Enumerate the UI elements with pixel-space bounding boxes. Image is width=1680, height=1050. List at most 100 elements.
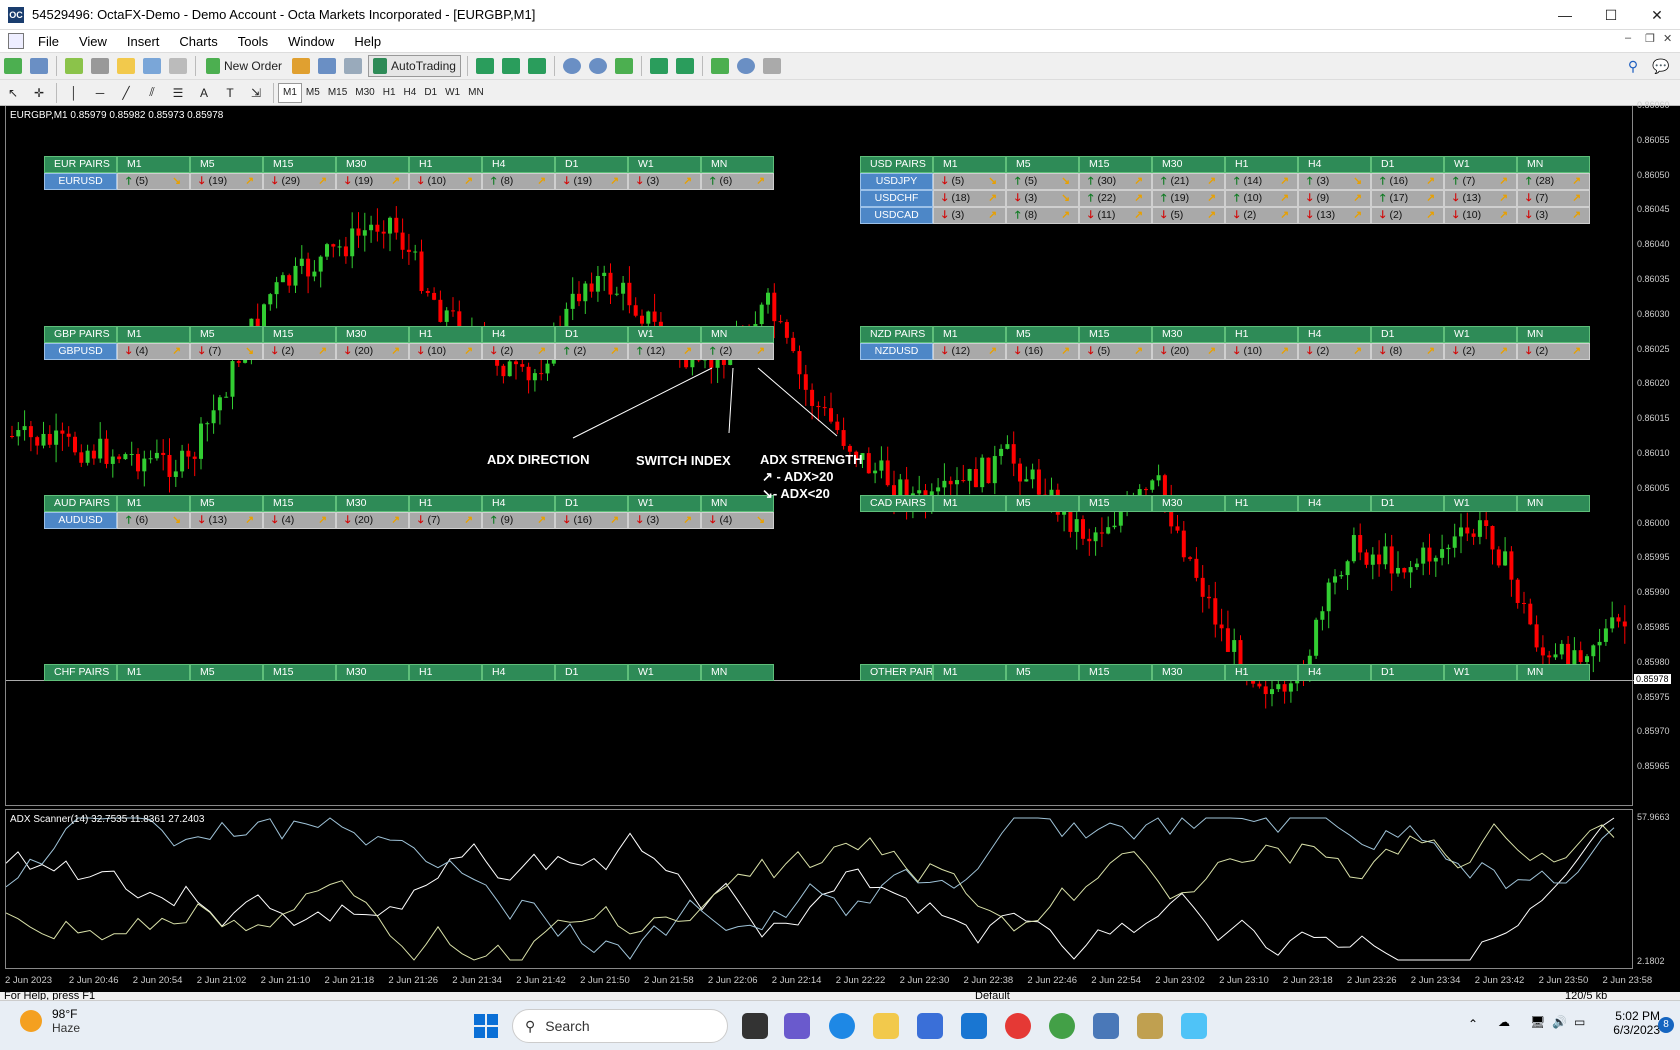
- scanner-cell[interactable]: 🡑 (8) ↗: [1006, 207, 1079, 224]
- scanner-cell[interactable]: 🡓 (2) ↗: [482, 343, 555, 360]
- volume-icon[interactable]: 🔊: [1552, 1015, 1567, 1029]
- mdi-close-icon[interactable]: ✕: [1663, 32, 1672, 45]
- scanner-cell[interactable]: 🡓 (10) ↗: [1444, 207, 1517, 224]
- fibonacci-icon[interactable]: ☰: [167, 82, 189, 104]
- mdi-restore-icon[interactable]: ❐: [1645, 32, 1655, 45]
- signals-icon[interactable]: [316, 55, 338, 77]
- file-explorer-icon[interactable]: [873, 1013, 899, 1039]
- search-icon[interactable]: ⚲: [1622, 55, 1644, 77]
- scanner-cell[interactable]: 🡓 (7) ↘: [190, 343, 263, 360]
- opera-icon[interactable]: [1005, 1013, 1031, 1039]
- market-watch-icon[interactable]: [63, 55, 85, 77]
- scanner-cell[interactable]: 🡑 (5) ↘: [117, 173, 190, 190]
- scanner-cell[interactable]: 🡑 (30) ↗: [1079, 173, 1152, 190]
- symbol-button[interactable]: EURUSD: [44, 173, 117, 190]
- metatrader-icon[interactable]: [1093, 1013, 1119, 1039]
- scanner-cell[interactable]: 🡓 (19) ↗: [190, 173, 263, 190]
- scanner-cell[interactable]: 🡓 (20) ↗: [336, 343, 409, 360]
- battery-icon[interactable]: ▭: [1574, 1015, 1585, 1029]
- chrome-icon[interactable]: [1049, 1013, 1075, 1039]
- symbol-button[interactable]: AUDUSD: [44, 512, 117, 529]
- tf-m1[interactable]: M1: [278, 82, 302, 103]
- scanner-cell[interactable]: 🡑 (28) ↗: [1517, 173, 1590, 190]
- menu-tools[interactable]: Tools: [228, 34, 278, 49]
- task-view-icon[interactable]: [742, 1013, 768, 1039]
- scanner-cell[interactable]: 🡑 (6) ↗: [701, 173, 774, 190]
- indicators-icon[interactable]: [709, 55, 731, 77]
- scanner-cell[interactable]: 🡓 (4) ↘: [701, 512, 774, 529]
- chat-icon[interactable]: 💬: [1650, 55, 1672, 77]
- scanner-cell[interactable]: 🡓 (2) ↗: [1298, 343, 1371, 360]
- scanner-cell[interactable]: 🡓 (13) ↗: [1298, 207, 1371, 224]
- scanner-cell[interactable]: 🡓 (3) ↗: [628, 173, 701, 190]
- scanner-cell[interactable]: 🡑 (10) ↗: [1225, 190, 1298, 207]
- taskbar-search[interactable]: ⚲ Search: [512, 1009, 728, 1043]
- scanner-cell[interactable]: 🡓 (20) ↗: [336, 512, 409, 529]
- symbol-button[interactable]: GBPUSD: [44, 343, 117, 360]
- scanner-cell[interactable]: 🡑 (2) ↗: [555, 343, 628, 360]
- scanner-cell[interactable]: 🡓 (4) ↗: [117, 343, 190, 360]
- scanner-cell[interactable]: 🡑 (9) ↗: [482, 512, 555, 529]
- channel-icon[interactable]: ⫽: [141, 82, 163, 104]
- scanner-cell[interactable]: 🡓 (7) ↗: [1517, 190, 1590, 207]
- close-button[interactable]: ✕: [1634, 0, 1680, 30]
- scanner-cell[interactable]: 🡓 (5) ↗: [1152, 207, 1225, 224]
- menu-file[interactable]: File: [28, 34, 69, 49]
- symbol-button[interactable]: NZDUSD: [860, 343, 933, 360]
- edge-icon[interactable]: [829, 1013, 855, 1039]
- symbol-button[interactable]: USDCAD: [860, 207, 933, 224]
- scanner-cell[interactable]: 🡓 (13) ↗: [1444, 190, 1517, 207]
- scanner-cell[interactable]: 🡑 (5) ↘: [1006, 173, 1079, 190]
- scanner-cell[interactable]: 🡓 (3) ↗: [933, 207, 1006, 224]
- tf-h1[interactable]: H1: [379, 83, 400, 103]
- scanner-cell[interactable]: 🡓 (29) ↗: [263, 173, 336, 190]
- horizontal-line-icon[interactable]: ─: [89, 82, 111, 104]
- start-button[interactable]: [474, 1014, 498, 1038]
- scanner-cell[interactable]: 🡓 (10) ↗: [409, 343, 482, 360]
- scanner-cell[interactable]: 🡑 (14) ↗: [1225, 173, 1298, 190]
- store-icon[interactable]: [917, 1013, 943, 1039]
- scanner-cell[interactable]: 🡓 (5) ↘: [933, 173, 1006, 190]
- trendline-icon[interactable]: ╱: [115, 82, 137, 104]
- crosshair-icon[interactable]: ✛: [28, 82, 50, 104]
- notification-badge[interactable]: 8: [1658, 1017, 1674, 1033]
- scanner-cell[interactable]: 🡓 (2) ↗: [1444, 343, 1517, 360]
- navigator-icon[interactable]: [115, 55, 137, 77]
- scanner-cell[interactable]: 🡑 (12) ↗: [628, 343, 701, 360]
- tf-m15[interactable]: M15: [324, 83, 351, 103]
- scanner-cell[interactable]: 🡓 (18) ↗: [933, 190, 1006, 207]
- scanner-cell[interactable]: 🡑 (22) ↗: [1079, 190, 1152, 207]
- maximize-button[interactable]: ☐: [1588, 0, 1634, 30]
- network-app-icon[interactable]: [1181, 1013, 1207, 1039]
- tile-windows-icon[interactable]: [613, 55, 635, 77]
- scanner-cell[interactable]: 🡓 (11) ↗: [1079, 207, 1152, 224]
- tf-d1[interactable]: D1: [420, 83, 441, 103]
- minimize-button[interactable]: —: [1542, 0, 1588, 30]
- time-axis[interactable]: 2 Jun 2023 2 Jun 20:46 2 Jun 20:54 2 Jun 21…: [0, 969, 1680, 994]
- chart-shift-icon[interactable]: [674, 55, 696, 77]
- periods-icon[interactable]: [735, 55, 757, 77]
- tester-icon[interactable]: [167, 55, 189, 77]
- scanner-cell[interactable]: 🡓 (9) ↗: [1298, 190, 1371, 207]
- menu-window[interactable]: Window: [278, 34, 344, 49]
- network-icon[interactable]: 🖥: [1530, 1015, 1545, 1029]
- scanner-cell[interactable]: 🡓 (20) ↗: [1152, 343, 1225, 360]
- tf-mn[interactable]: MN: [464, 83, 488, 103]
- scanner-cell[interactable]: 🡓 (19) ↗: [336, 173, 409, 190]
- scanner-cell[interactable]: 🡓 (2) ↗: [263, 343, 336, 360]
- symbol-button[interactable]: USDCHF: [860, 190, 933, 207]
- tray-chevron-icon[interactable]: ⌃: [1468, 1017, 1478, 1031]
- tf-w1[interactable]: W1: [441, 83, 464, 103]
- chart-doc-icon[interactable]: [8, 33, 24, 49]
- symbol-button[interactable]: USDJPY: [860, 173, 933, 190]
- scanner-cell[interactable]: 🡓 (10) ↗: [409, 173, 482, 190]
- tf-h4[interactable]: H4: [400, 83, 421, 103]
- autoscroll-icon[interactable]: [648, 55, 670, 77]
- chart-area[interactable]: EURGBP,M1 0.85979 0.85982 0.85973 0.8597…: [0, 100, 1680, 1000]
- vps-icon[interactable]: [342, 55, 364, 77]
- zoom-in-icon[interactable]: [561, 55, 583, 77]
- clock[interactable]: 5:02 PM 6/3/2023: [1604, 1009, 1660, 1037]
- scanner-cell[interactable]: 🡓 (2) ↗: [1517, 343, 1590, 360]
- scanner-cell[interactable]: 🡓 (19) ↗: [555, 173, 628, 190]
- scanner-cell[interactable]: 🡓 (4) ↗: [263, 512, 336, 529]
